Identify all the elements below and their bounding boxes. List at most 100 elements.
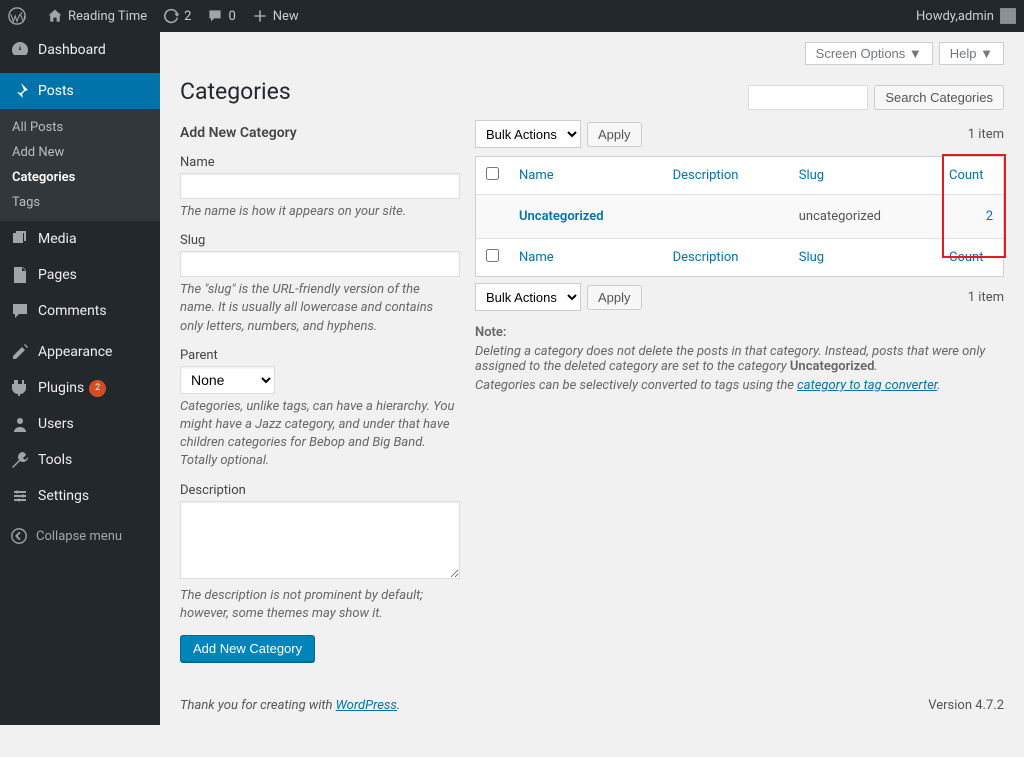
menu-appearance[interactable]: Appearance <box>0 334 160 370</box>
col-name[interactable]: Name <box>509 157 663 195</box>
row-name[interactable]: Uncategorized <box>519 209 604 224</box>
note-heading: Note: <box>475 325 506 340</box>
menu-plugins[interactable]: Plugins 2 <box>0 370 160 406</box>
wordpress-link[interactable]: WordPress <box>336 698 397 713</box>
parent-desc: Categories, unlike tags, can have a hier… <box>180 398 455 471</box>
categories-table: Name Description Slug Count Uncategorize… <box>475 156 1004 277</box>
new-label: New <box>273 9 299 24</box>
site-name[interactable]: Reading Time <box>39 0 155 32</box>
footer-thanks: Thank you for creating with <box>180 698 336 713</box>
submenu-categories[interactable]: Categories <box>0 165 160 190</box>
menu-label: Posts <box>38 83 74 99</box>
col-description-foot[interactable]: Description <box>663 238 789 276</box>
users-icon <box>10 414 30 434</box>
item-count-top: 1 item <box>968 127 1004 142</box>
avatar <box>1000 8 1016 24</box>
description-field[interactable] <box>180 501 460 579</box>
collapse-menu[interactable]: Collapse menu <box>0 519 160 553</box>
row-slug: uncategorized <box>789 195 939 238</box>
tools-icon <box>10 450 30 470</box>
menu-label: Pages <box>38 267 77 283</box>
menu-comments[interactable]: Comments <box>0 293 160 329</box>
settings-icon <box>10 486 30 506</box>
menu-settings[interactable]: Settings <box>0 478 160 514</box>
parent-label: Parent <box>180 348 455 363</box>
home-icon <box>47 8 63 24</box>
menu-dashboard[interactable]: Dashboard <box>0 32 160 68</box>
table-row: Uncategorized uncategorized 2 <box>476 195 1003 238</box>
menu-tools[interactable]: Tools <box>0 442 160 478</box>
collapse-label: Collapse menu <box>36 529 122 544</box>
screen-options-button[interactable]: Screen Options ▼ <box>805 42 933 65</box>
plugin-icon <box>10 378 30 398</box>
admin-bar: Reading Time 2 0 New Howdy, admin <box>0 0 1024 32</box>
row-count[interactable]: 2 <box>986 209 993 224</box>
col-description[interactable]: Description <box>663 157 789 195</box>
comments[interactable]: 0 <box>199 0 243 32</box>
site-name-label: Reading Time <box>68 9 147 24</box>
col-slug[interactable]: Slug <box>789 157 939 195</box>
search-input[interactable] <box>748 85 868 110</box>
slug-label: Slug <box>180 233 455 248</box>
footer: Thank you for creating with WordPress. V… <box>160 685 1024 725</box>
menu-label: Appearance <box>38 344 112 360</box>
media-icon <box>10 229 30 249</box>
apply-button-bottom[interactable]: Apply <box>587 285 642 310</box>
menu-posts[interactable]: Posts <box>0 73 160 109</box>
submenu-all-posts[interactable]: All Posts <box>0 115 160 140</box>
search-button[interactable]: Search Categories <box>874 85 1004 110</box>
new[interactable]: New <box>244 0 307 32</box>
comments-icon <box>10 301 30 321</box>
notes: Note: Deleting a category does not delet… <box>475 325 1004 393</box>
user-name: admin <box>958 9 994 24</box>
select-all-top[interactable] <box>486 167 499 180</box>
name-desc: The name is how it appears on your site. <box>180 203 455 221</box>
plus-icon <box>252 8 268 24</box>
updates[interactable]: 2 <box>155 0 199 32</box>
menu-label: Plugins <box>38 380 84 396</box>
col-count[interactable]: Count <box>939 157 1003 195</box>
updates-count: 2 <box>184 9 191 24</box>
posts-submenu: All Posts Add New Categories Tags <box>0 109 160 221</box>
menu-media[interactable]: Media <box>0 221 160 257</box>
category-to-tag-link[interactable]: category to tag converter <box>797 378 937 393</box>
row-description <box>663 195 789 238</box>
submenu-add-new[interactable]: Add New <box>0 140 160 165</box>
slug-field[interactable] <box>180 251 460 277</box>
comment-icon <box>207 8 223 24</box>
menu-label: Dashboard <box>38 42 106 58</box>
parent-select[interactable]: None <box>180 366 275 394</box>
submenu-tags[interactable]: Tags <box>0 190 160 215</box>
col-slug-foot[interactable]: Slug <box>789 238 939 276</box>
bulk-select-top[interactable]: Bulk Actions <box>475 120 581 148</box>
menu-label: Settings <box>38 488 89 504</box>
item-count-bottom: 1 item <box>968 290 1004 305</box>
account[interactable]: Howdy, admin <box>908 0 1024 32</box>
appearance-icon <box>10 342 30 362</box>
dashboard-icon <box>10 40 30 60</box>
menu-label: Media <box>38 231 77 247</box>
bulk-select-bottom[interactable]: Bulk Actions <box>475 283 581 311</box>
admin-sidebar: Dashboard Posts All Posts Add New Catego… <box>0 32 160 725</box>
slug-desc: The "slug" is the URL-friendly version o… <box>180 281 455 336</box>
howdy-prefix: Howdy, <box>916 9 958 24</box>
menu-label: Tools <box>38 452 72 468</box>
refresh-icon <box>163 8 179 24</box>
apply-button-top[interactable]: Apply <box>587 122 642 147</box>
pin-icon <box>10 81 30 101</box>
help-button[interactable]: Help ▼ <box>939 42 1004 65</box>
wp-logo[interactable] <box>0 0 39 32</box>
col-count-foot[interactable]: Count <box>939 238 1003 276</box>
col-name-foot[interactable]: Name <box>509 238 663 276</box>
menu-users[interactable]: Users <box>0 406 160 442</box>
name-label: Name <box>180 155 455 170</box>
menu-label: Users <box>38 416 74 432</box>
comments-count: 0 <box>228 9 235 24</box>
add-category-button[interactable]: Add New Category <box>180 635 315 662</box>
form-heading: Add New Category <box>180 125 455 141</box>
name-field[interactable] <box>180 173 460 199</box>
select-all-bottom[interactable] <box>486 249 499 262</box>
menu-pages[interactable]: Pages <box>0 257 160 293</box>
plugins-badge: 2 <box>89 380 106 397</box>
menu-label: Comments <box>38 303 107 319</box>
